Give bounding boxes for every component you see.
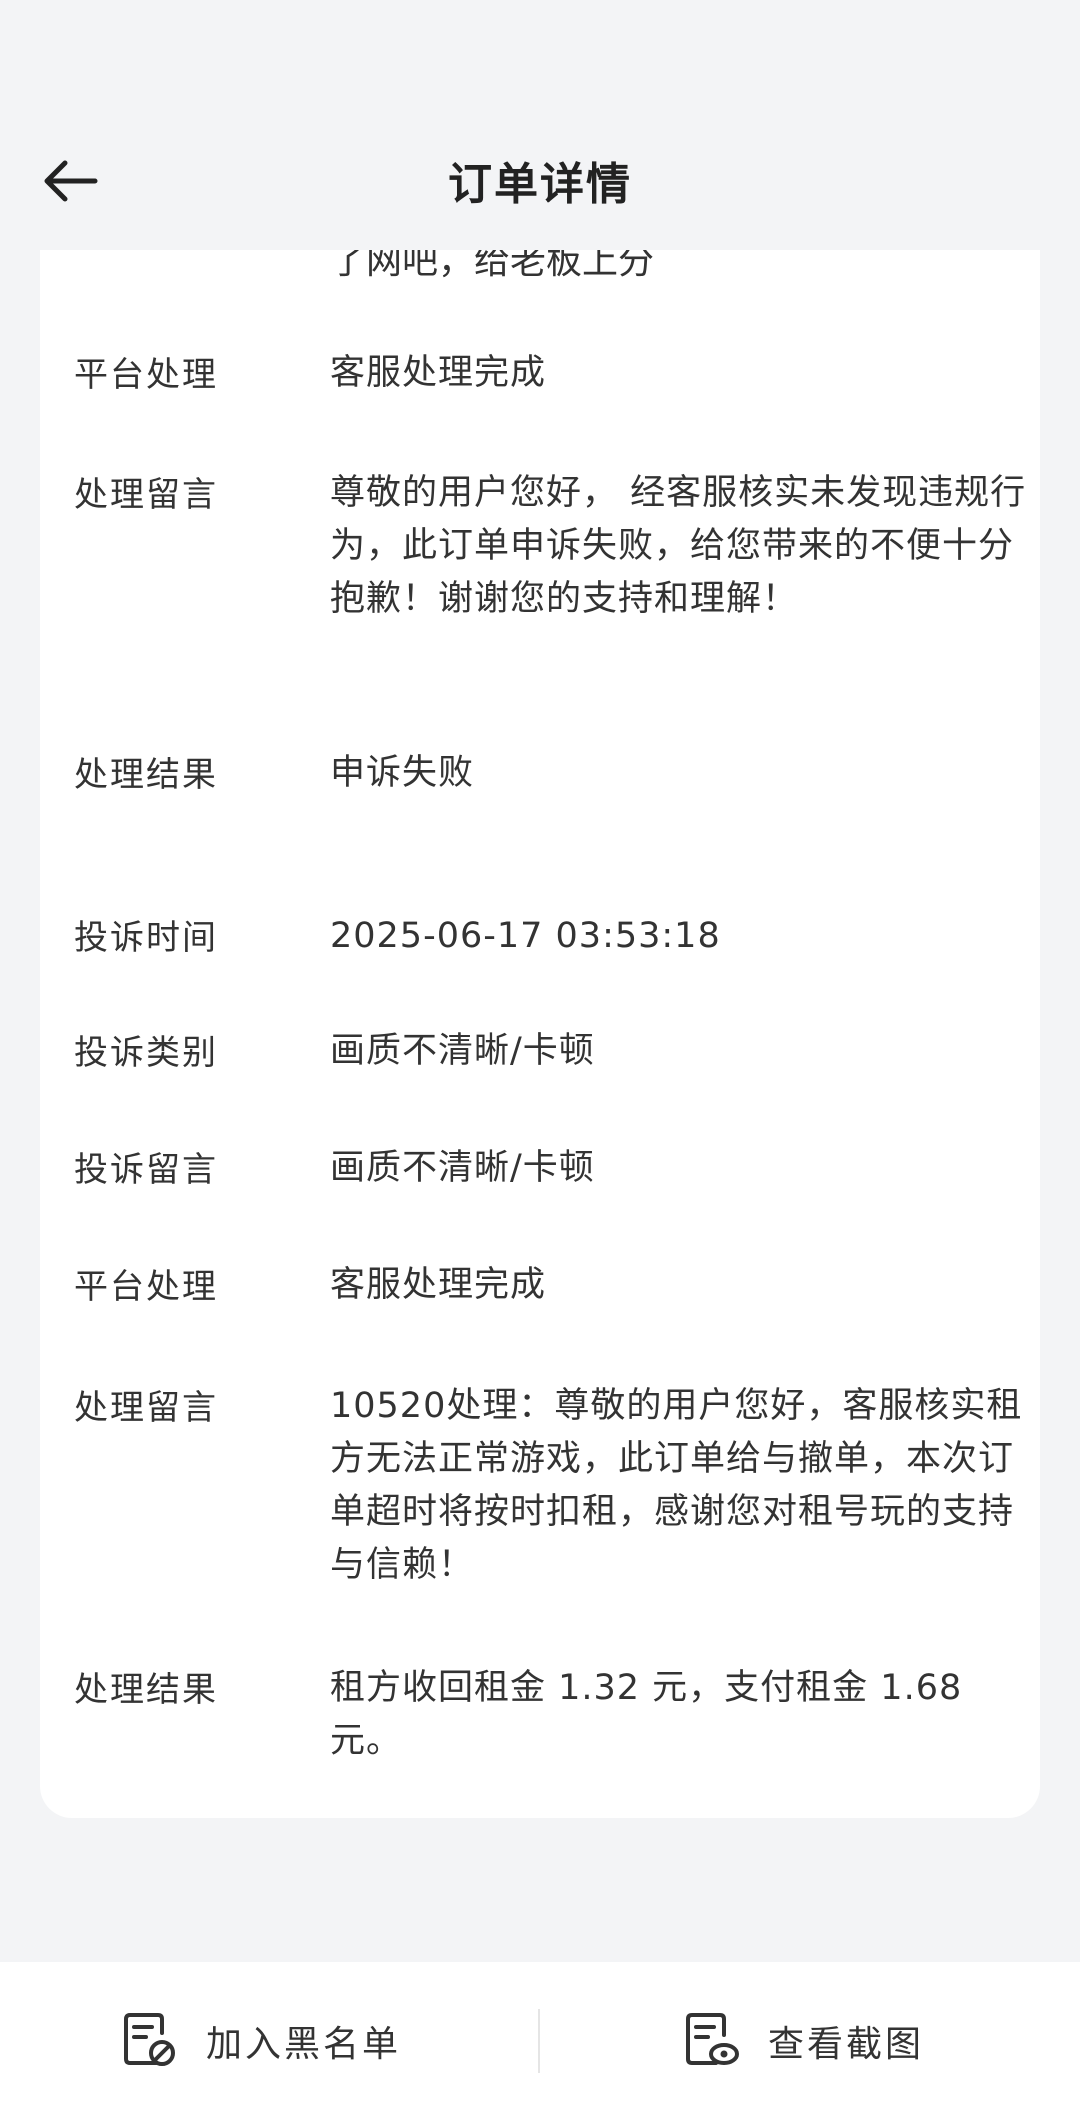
row-value: 画质不清晰/卡顿 — [330, 1148, 595, 1188]
bottom-bar-divider — [538, 2009, 540, 2073]
row-label: 投诉留言 — [74, 1150, 218, 1190]
bottom-action-bar: 加入黑名单 查看截图 — [0, 1962, 1080, 2120]
document-view-icon — [686, 2013, 739, 2065]
page-title: 订单详情 — [448, 159, 632, 210]
view-screenshot-label: 查看截图 — [768, 2024, 925, 2065]
row-label: 处理结果 — [74, 755, 218, 795]
row-label: 处理结果 — [74, 1670, 218, 1710]
row-label: 投诉时间 — [74, 918, 218, 958]
row-value: 客服处理完成 — [330, 1265, 547, 1305]
row-label: 投诉类别 — [74, 1033, 218, 1073]
document-block-icon — [124, 2013, 175, 2066]
row-value: 租方收回租金 1.32 元，支付租金 1.68 元。 — [330, 1668, 963, 1761]
add-blacklist-button[interactable]: 加入黑名单 — [122, 1962, 401, 2120]
row-label: 处理留言 — [74, 475, 218, 515]
header-bar: 订单详情 — [0, 0, 1080, 250]
row-value: 10520处理：尊敬的用户您好，客服核实租方无法正常游戏，此订单给与撤单，本次订… — [330, 1386, 1023, 1585]
row-label: 处理留言 — [74, 1388, 218, 1428]
view-screenshot-button[interactable]: 查看截图 — [684, 1962, 924, 2120]
row-label: 平台处理 — [74, 355, 218, 395]
order-detail-card: 了网吧，给老板上分 平台处理 客服处理完成 处理留言 尊敬的用户您好， 经客服核… — [40, 210, 1040, 1818]
row-value: 申诉失败 — [330, 753, 475, 793]
row-value: 客服处理完成 — [330, 353, 547, 393]
add-blacklist-label: 加入黑名单 — [206, 2024, 402, 2065]
row-label: 平台处理 — [74, 1267, 218, 1307]
row-value: 尊敬的用户您好， 经客服核实未发现违规行为，此订单申诉失败，给您带来的不便十分抱… — [330, 473, 1027, 619]
row-value: 画质不清晰/卡顿 — [330, 1031, 595, 1071]
row-value: 2025-06-17 03:53:18 — [330, 916, 721, 956]
